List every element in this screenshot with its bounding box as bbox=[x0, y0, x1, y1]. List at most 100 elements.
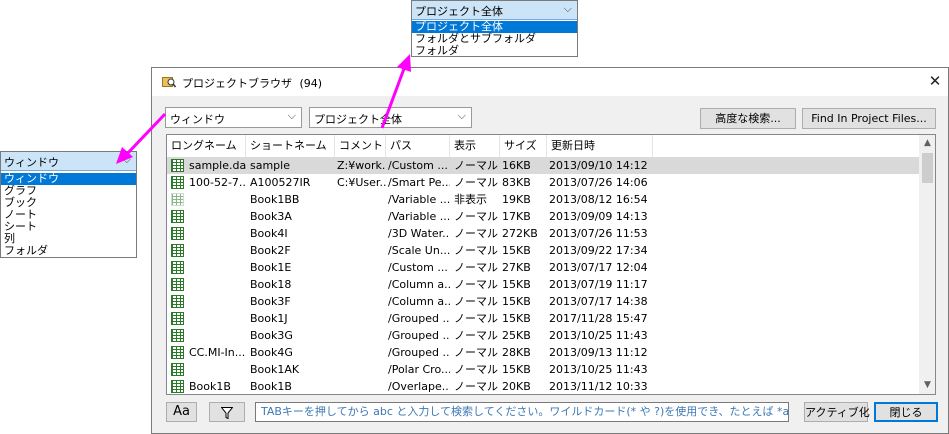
cell-show: ノーマル bbox=[454, 159, 498, 172]
project-scope-combo-value: プロジェクト全体 bbox=[314, 113, 402, 126]
window-title-text: プロジェクトブラウザ bbox=[182, 77, 292, 90]
cell-modified: 2013/09/13 11:12 bbox=[549, 346, 648, 359]
table-row[interactable]: Book4I/3D Water... ノーマル 272KB 2013/07/26 11… bbox=[167, 225, 919, 242]
scope-dropdown-value: ウィンドウ bbox=[4, 156, 59, 169]
column-header-show[interactable]: 表示 bbox=[450, 135, 500, 157]
cell-long-name: Book1B bbox=[189, 380, 231, 393]
table-row[interactable]: Book1E/Custom ... ノーマル 27KB 2013/07/17 12:0… bbox=[167, 259, 919, 276]
cell-show: ノーマル bbox=[454, 261, 498, 274]
table-row[interactable]: Book1B Book1B/Overlape... ノーマル 20KB 2013/11/… bbox=[167, 378, 919, 394]
cell-comment bbox=[335, 191, 386, 208]
cell-size: 15KB bbox=[502, 244, 531, 257]
cell-short-name: Book2F bbox=[250, 244, 291, 257]
table-row[interactable]: Book18/Column a... ノーマル 15KB 2013/07/19 11:… bbox=[167, 276, 919, 293]
close-button[interactable]: 閉じる bbox=[874, 402, 938, 422]
activate-button[interactable]: アクティブ化 bbox=[804, 402, 870, 422]
table-row[interactable]: Book1BB/Variable ... 非表示 19KB 2013/08/12 16… bbox=[167, 191, 919, 208]
scope-dropdown-header[interactable]: ウィンドウ ⌵ bbox=[1, 152, 136, 171]
advanced-search-button[interactable]: 高度な検索... bbox=[700, 108, 796, 129]
table-row[interactable]: sample.dat sample Z:¥work.../Custom ... ノーマ… bbox=[167, 157, 919, 174]
cell-long-name bbox=[187, 208, 246, 225]
window-list-table: ロングネーム ショートネーム コメント パス 表示 サイズ 更新日時 sampl… bbox=[166, 134, 936, 395]
workbook-icon bbox=[171, 295, 184, 308]
chevron-down-icon: ⌵ bbox=[287, 109, 296, 122]
cell-path: /3D Water... bbox=[388, 227, 450, 240]
table-row[interactable]: Book3F/Column a... ノーマル 15KB 2013/07/17 14:… bbox=[167, 293, 919, 310]
cell-comment bbox=[335, 225, 386, 242]
workbook-icon bbox=[171, 244, 184, 257]
cell-show: ノーマル bbox=[454, 210, 498, 223]
cell-comment bbox=[335, 259, 386, 276]
project-scope-option[interactable]: フォルダ bbox=[412, 45, 577, 57]
cell-short-name: Book1AK bbox=[250, 363, 300, 376]
title-bar: プロジェクトブラウザ (94) ✕ bbox=[152, 68, 948, 96]
table-row[interactable]: Book1AK/Polar Cro... ノーマル 15KB 2013/10/25 1… bbox=[167, 361, 919, 378]
scope-option[interactable]: シート bbox=[1, 221, 136, 233]
cell-long-name: sample.dat bbox=[189, 159, 246, 172]
table-row[interactable]: 100-52-7... A100527IR C:¥User.../Smart Pe.… bbox=[167, 174, 919, 191]
project-browser-window: プロジェクトブラウザ (94) ✕ ウィンドウ ⌵ プロジェクト全体 ⌵ 高度な… bbox=[151, 67, 949, 434]
chevron-down-icon: ⌵ bbox=[457, 109, 466, 122]
column-header-short-name[interactable]: ショートネーム bbox=[246, 135, 335, 157]
column-header-path[interactable]: パス bbox=[386, 135, 450, 157]
cell-size: 83KB bbox=[502, 176, 531, 189]
column-header-modified[interactable]: 更新日時 bbox=[547, 135, 653, 157]
scope-option[interactable]: フォルダ bbox=[1, 245, 136, 257]
cell-path: /Overlape... bbox=[388, 380, 450, 393]
scope-dropdown[interactable]: ウィンドウ ⌵ ウィンドウ グラフ ブック ノート シート 列 フォルダ bbox=[0, 151, 137, 258]
cell-modified: 2013/07/26 11:53 bbox=[549, 227, 648, 240]
table-row[interactable]: CC.MI-In... Book4G/Grouped ... ノーマル 28KB 201… bbox=[167, 344, 919, 361]
cell-modified: 2013/09/09 14:13 bbox=[549, 210, 648, 223]
filter-icon bbox=[220, 407, 234, 420]
cell-path: /Variable ... bbox=[388, 210, 450, 223]
table-row[interactable]: Book3A/Variable ... ノーマル 17KB 2013/09/09 14… bbox=[167, 208, 919, 225]
cell-long-name bbox=[187, 361, 246, 378]
table-row[interactable]: Book1J/Grouped ... ノーマル 15KB 2017/11/28 15:… bbox=[167, 310, 919, 327]
cell-size: 15KB bbox=[502, 278, 531, 291]
close-icon[interactable]: ✕ bbox=[924, 70, 946, 92]
filter-button[interactable] bbox=[209, 402, 245, 422]
cell-short-name: Book4I bbox=[250, 227, 288, 240]
project-scope-dropdown[interactable]: プロジェクト全体 ⌵ プロジェクト全体 フォルダとサブフォルダ フォルダ bbox=[411, 0, 578, 57]
chevron-down-icon: ⌵ bbox=[122, 153, 131, 166]
scroll-up-icon[interactable]: ▲ bbox=[919, 135, 935, 152]
scope-combo[interactable]: ウィンドウ ⌵ bbox=[165, 107, 302, 128]
project-scope-dropdown-value: プロジェクト全体 bbox=[415, 5, 503, 18]
cell-comment: Z:¥work... bbox=[337, 159, 386, 172]
cell-show: ノーマル bbox=[454, 176, 498, 189]
cell-show: ノーマル bbox=[454, 244, 498, 257]
cell-comment bbox=[335, 276, 386, 293]
project-scope-combo[interactable]: プロジェクト全体 ⌵ bbox=[309, 107, 472, 128]
cell-size: 16KB bbox=[502, 159, 531, 172]
cell-long-name bbox=[187, 276, 246, 293]
cell-comment: C:¥User... bbox=[337, 176, 386, 189]
cell-modified: 2013/07/17 14:38 bbox=[549, 295, 648, 308]
cell-show: ノーマル bbox=[454, 363, 498, 376]
project-scope-dropdown-header[interactable]: プロジェクト全体 ⌵ bbox=[412, 1, 577, 20]
cell-comment bbox=[335, 327, 386, 344]
scroll-down-icon[interactable]: ▼ bbox=[919, 377, 935, 394]
cell-short-name: Book3G bbox=[250, 329, 293, 342]
workbook-icon bbox=[171, 312, 184, 325]
vertical-scrollbar[interactable]: ▲ ▼ bbox=[919, 135, 935, 394]
table-row[interactable]: Book2F/Scale Un... ノーマル 15KB 2013/09/22 17:… bbox=[167, 242, 919, 259]
cell-modified: 2013/07/26 14:06 bbox=[549, 176, 648, 189]
cell-modified: 2013/07/17 12:04 bbox=[549, 261, 648, 274]
search-input[interactable]: TABキーを押してから abc と入力して検索してください。ワイルドカード(* … bbox=[255, 402, 789, 422]
column-header-long-name[interactable]: ロングネーム bbox=[167, 135, 246, 157]
chevron-down-icon: ⌵ bbox=[563, 2, 572, 15]
workbook-icon bbox=[171, 193, 184, 206]
scroll-thumb[interactable] bbox=[922, 153, 933, 183]
column-header-size[interactable]: サイズ bbox=[500, 135, 547, 157]
window-title: プロジェクトブラウザ (94) bbox=[182, 75, 322, 91]
cell-modified: 2013/11/12 10:33 bbox=[549, 380, 648, 393]
table-row[interactable]: Book3G/Grouped ... ノーマル 25KB 2013/10/25 11:… bbox=[167, 327, 919, 344]
cell-size: 17KB bbox=[502, 210, 531, 223]
cell-long-name bbox=[187, 225, 246, 242]
font-size-button[interactable]: Aa bbox=[166, 402, 197, 422]
cell-path: /Scale Un... bbox=[388, 244, 450, 257]
find-in-project-files-button[interactable]: Find In Project Files... bbox=[802, 108, 936, 129]
cell-size: 15KB bbox=[502, 295, 531, 308]
cell-short-name: Book18 bbox=[250, 278, 292, 291]
column-header-comment[interactable]: コメント bbox=[335, 135, 386, 157]
